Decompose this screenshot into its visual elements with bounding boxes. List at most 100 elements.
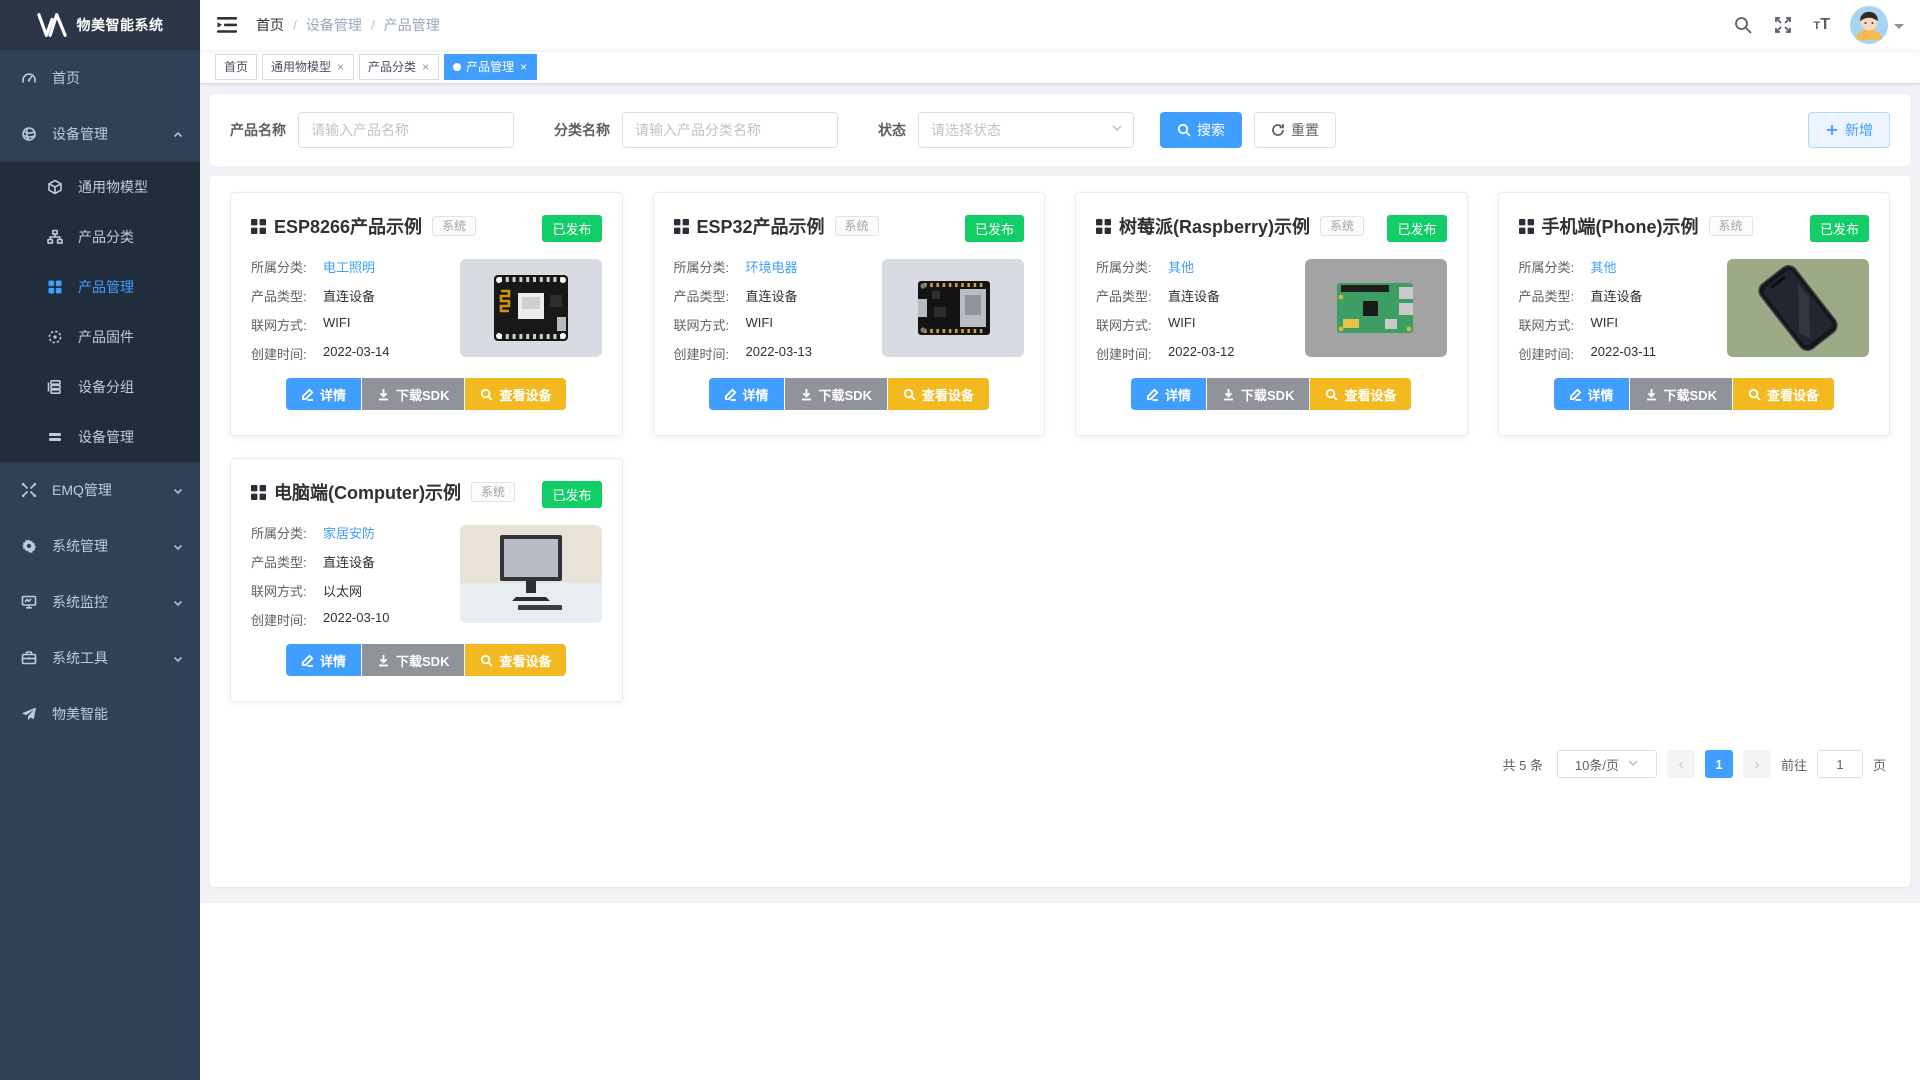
- system-tag: 系统: [471, 482, 515, 502]
- goto-page-input[interactable]: [1817, 750, 1863, 778]
- fullscreen-icon[interactable]: [1773, 15, 1793, 35]
- sidebar-item-product-mgmt[interactable]: 产品管理: [0, 262, 200, 312]
- tab-3[interactable]: 产品管理 ×: [444, 54, 537, 80]
- hamburger-icon[interactable]: [216, 16, 238, 34]
- monitor-icon: [20, 593, 38, 611]
- chevron-icon: [172, 596, 184, 608]
- chevron-icon: [172, 484, 184, 496]
- user-menu[interactable]: [1850, 6, 1904, 44]
- device-icon: [20, 125, 38, 143]
- grid-icon: [251, 485, 266, 500]
- grid-icon: [46, 278, 64, 296]
- breadcrumb-product-mgmt: 产品管理: [384, 15, 440, 35]
- category-link[interactable]: 家居安防: [323, 523, 375, 542]
- category-link[interactable]: 其他: [1591, 257, 1617, 276]
- detail-button[interactable]: 详情: [286, 644, 361, 676]
- sidebar-item-system-mgmt[interactable]: 系统管理: [0, 518, 200, 574]
- breadcrumb-home[interactable]: 首页: [256, 15, 284, 35]
- app-logo[interactable]: 物美智能系统: [0, 0, 200, 50]
- detail-button[interactable]: 详情: [709, 378, 784, 410]
- view-devices-button[interactable]: 查看设备: [1733, 378, 1834, 410]
- chevron-icon: [172, 540, 184, 552]
- tab-close-icon[interactable]: ×: [336, 61, 345, 73]
- tab-close-icon[interactable]: ×: [519, 61, 528, 73]
- sidebar-item-product-firmware[interactable]: 产品固件: [0, 312, 200, 362]
- product-card: ESP32产品示例 系统 已发布 所属分类: 环境电器 产品类型: 直连设备 联…: [653, 192, 1046, 436]
- sidebar-item-emq-mgmt[interactable]: EMQ管理: [0, 462, 200, 518]
- page-number-1[interactable]: 1: [1705, 750, 1733, 778]
- tab-0[interactable]: 首页: [215, 54, 257, 80]
- breadcrumb: 首页 / 设备管理 / 产品管理: [256, 15, 440, 35]
- detail-button[interactable]: 详情: [286, 378, 361, 410]
- page-size-select[interactable]: 10条/页: [1557, 750, 1657, 778]
- product-image-smartphone: [1727, 259, 1869, 357]
- status-select[interactable]: 请选择状态: [918, 112, 1134, 148]
- category-link[interactable]: 环境电器: [746, 257, 798, 276]
- sidebar-item-thing-model[interactable]: 通用物模型: [0, 162, 200, 212]
- font-size-icon[interactable]: TT: [1813, 16, 1830, 34]
- avatar[interactable]: [1850, 6, 1888, 44]
- product-title: 树莓派(Raspberry)示例: [1119, 213, 1310, 239]
- download-sdk-button[interactable]: 下载SDK: [785, 378, 887, 410]
- view-devices-button[interactable]: 查看设备: [465, 378, 566, 410]
- product-title: ESP8266产品示例: [274, 213, 422, 239]
- status-badge: 已发布: [542, 215, 601, 242]
- reset-button[interactable]: 重置: [1254, 112, 1336, 148]
- view-devices-button[interactable]: 查看设备: [888, 378, 989, 410]
- status-badge: 已发布: [542, 481, 601, 508]
- toolbox-icon: [20, 649, 38, 667]
- sidebar-item-product-category[interactable]: 产品分类: [0, 212, 200, 262]
- search-icon[interactable]: [1733, 15, 1753, 35]
- category-link[interactable]: 电工照明: [323, 257, 375, 276]
- products-panel: ESP8266产品示例 系统 已发布 所属分类: 电工照明 产品类型: 直连设备…: [210, 176, 1910, 887]
- sidebar-item-wumei-smart[interactable]: 物美智能: [0, 686, 200, 742]
- caret-down-icon: [1894, 24, 1904, 34]
- view-devices-button[interactable]: 查看设备: [465, 644, 566, 676]
- product-title: 手机端(Phone)示例: [1542, 213, 1699, 239]
- search-button[interactable]: 搜索: [1160, 112, 1242, 148]
- device-list-icon: [46, 428, 64, 446]
- download-sdk-button[interactable]: 下载SDK: [362, 378, 464, 410]
- firmware-icon: [46, 328, 64, 346]
- filter-bar: 产品名称 分类名称 状态 请选择状态 搜索 重置: [210, 94, 1910, 166]
- tab-1[interactable]: 通用物模型 ×: [262, 54, 354, 80]
- chevron-down-icon: [1627, 757, 1639, 772]
- sidebar-item-system-monitor[interactable]: 系统监控: [0, 574, 200, 630]
- active-dot: [453, 63, 461, 71]
- grid-icon: [1096, 219, 1111, 234]
- category-link[interactable]: 其他: [1168, 257, 1194, 276]
- download-sdk-button[interactable]: 下载SDK: [362, 644, 464, 676]
- tab-close-icon[interactable]: ×: [421, 61, 430, 73]
- sidebar-item-device-list[interactable]: 设备管理: [0, 412, 200, 462]
- category-name-input[interactable]: [622, 112, 838, 148]
- download-sdk-button[interactable]: 下载SDK: [1630, 378, 1732, 410]
- next-page-button[interactable]: ›: [1743, 750, 1771, 778]
- status-badge: 已发布: [1810, 215, 1869, 242]
- grid-icon: [674, 219, 689, 234]
- status-badge: 已发布: [965, 215, 1024, 242]
- product-image-desktop-monitor: [460, 525, 602, 623]
- prev-page-button[interactable]: ‹: [1667, 750, 1695, 778]
- product-name-input[interactable]: [298, 112, 514, 148]
- sitemap-icon: [46, 228, 64, 246]
- detail-button[interactable]: 详情: [1131, 378, 1206, 410]
- status-badge: 已发布: [1387, 215, 1446, 242]
- add-button[interactable]: 新增: [1808, 112, 1890, 148]
- navbar-right: TT: [1733, 6, 1904, 44]
- product-card: ESP8266产品示例 系统 已发布 所属分类: 电工照明 产品类型: 直连设备…: [230, 192, 623, 436]
- tab-2[interactable]: 产品分类 ×: [359, 54, 439, 80]
- sidebar-item-home[interactable]: 首页: [0, 50, 200, 106]
- cube-icon: [46, 178, 64, 196]
- sidebar-item-device-group[interactable]: 设备分组: [0, 362, 200, 412]
- product-image-raspberry-pi: [1305, 259, 1447, 357]
- sidebar-item-device-mgmt[interactable]: 设备管理: [0, 106, 200, 162]
- category-name-label: 分类名称: [554, 120, 610, 140]
- breadcrumb-device-mgmt: 设备管理: [306, 15, 362, 35]
- sidebar-item-system-tools[interactable]: 系统工具: [0, 630, 200, 686]
- detail-button[interactable]: 详情: [1554, 378, 1629, 410]
- product-title: ESP32产品示例: [697, 213, 825, 239]
- product-card: 手机端(Phone)示例 系统 已发布 所属分类: 其他 产品类型: 直连设备 …: [1498, 192, 1891, 436]
- view-devices-button[interactable]: 查看设备: [1310, 378, 1411, 410]
- download-sdk-button[interactable]: 下载SDK: [1207, 378, 1309, 410]
- grid-icon: [251, 219, 266, 234]
